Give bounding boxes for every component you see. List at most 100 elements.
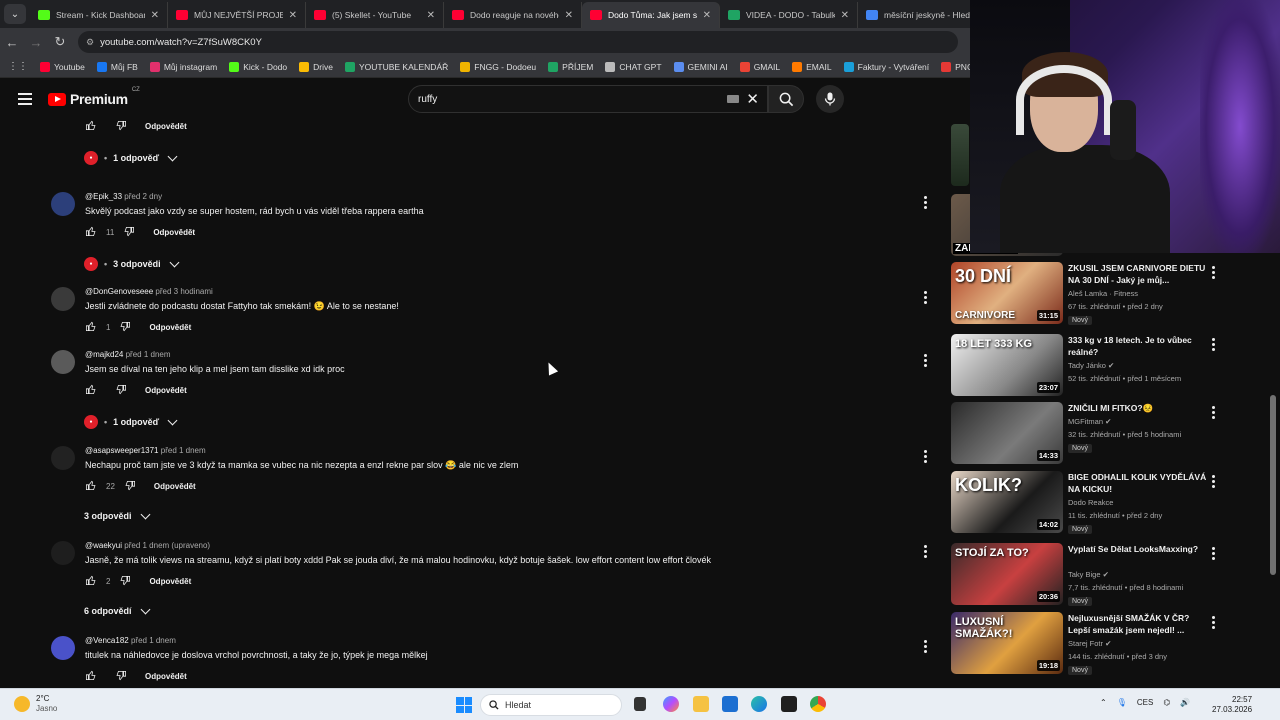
- like-icon[interactable]: [85, 575, 96, 588]
- video-thumbnail[interactable]: STOJÍ ZA TO? 20:36: [951, 543, 1063, 605]
- video-more-icon[interactable]: [1212, 547, 1215, 560]
- video-thumbnail[interactable]: 18 LET 333 KG 23:07: [951, 334, 1063, 396]
- search-input[interactable]: ruffy ✕: [408, 85, 768, 113]
- bookmark-item[interactable]: Youtube: [40, 61, 85, 72]
- comment-more-icon[interactable]: [924, 545, 928, 558]
- comment-author[interactable]: @waekyui: [85, 541, 122, 550]
- bookmark-item[interactable]: PŘÍJEM: [548, 61, 593, 72]
- comment-more-icon[interactable]: [924, 196, 928, 209]
- video-title[interactable]: 333 kg v 18 letech. Je to vůbec reálné?: [1068, 334, 1208, 358]
- browser-tab[interactable]: (5) Skellet - YouTube ✕: [306, 2, 444, 28]
- keyboard-icon[interactable]: [727, 95, 739, 103]
- view-replies-button[interactable]: ● • 1 odpověď: [84, 151, 178, 165]
- dislike-icon[interactable]: [116, 120, 127, 133]
- reload-icon[interactable]: ↻: [48, 34, 72, 50]
- edge-icon[interactable]: [751, 696, 767, 712]
- site-info-icon[interactable]: ⚙: [86, 37, 94, 48]
- like-icon[interactable]: [85, 120, 96, 133]
- bookmark-item[interactable]: CHAT GPT: [605, 61, 662, 72]
- video-more-icon[interactable]: [1212, 406, 1215, 419]
- bookmark-item[interactable]: EMAIL: [792, 61, 832, 72]
- bookmark-item[interactable]: Můj FB: [96, 61, 138, 72]
- tab-close-icon[interactable]: ✕: [151, 10, 159, 21]
- like-icon[interactable]: [85, 226, 96, 239]
- channel-name[interactable]: Dodo Reakce: [1068, 498, 1113, 507]
- comment-time[interactable]: před 1 dnem: [131, 636, 176, 645]
- bookmark-item[interactable]: FNGG - Dodoeu: [460, 61, 536, 72]
- browser-tab[interactable]: MŮJ NEJVĚTŠÍ PROJEKT... ✕: [168, 2, 306, 28]
- back-icon[interactable]: ←: [0, 35, 24, 50]
- dislike-icon[interactable]: [120, 321, 131, 334]
- task-view-icon[interactable]: [634, 697, 646, 711]
- browser-tab[interactable]: VIDEA - DODO - Tabulky ✕: [720, 2, 858, 28]
- tab-close-icon[interactable]: ✕: [703, 10, 711, 21]
- wifi-icon[interactable]: ⌬: [1163, 698, 1170, 707]
- bookmark-item[interactable]: Můj instagram: [149, 61, 217, 72]
- view-replies-button[interactable]: ● • 1 odpověď: [84, 415, 178, 429]
- youtube-premium-logo[interactable]: Premium CZ: [48, 87, 140, 107]
- video-thumbnail[interactable]: 14:33: [951, 402, 1063, 464]
- tab-close-icon[interactable]: ✕: [841, 10, 849, 21]
- comment-author[interactable]: @DonGenoveseee: [85, 287, 153, 296]
- avatar[interactable]: [51, 636, 75, 660]
- video-more-icon[interactable]: [1212, 616, 1215, 629]
- channel-name[interactable]: Starej Fotr: [1068, 639, 1103, 648]
- avatar[interactable]: [51, 287, 75, 311]
- tray-chevron-icon[interactable]: ⌃: [1100, 698, 1107, 707]
- taskbar-search[interactable]: Hledat: [480, 694, 622, 716]
- video-title[interactable]: Vyplatí Se Dělat LooksMaxxing?: [1068, 543, 1208, 555]
- comment-more-icon[interactable]: [924, 640, 928, 653]
- tab-close-icon[interactable]: ✕: [289, 10, 297, 21]
- comment-more-icon[interactable]: [924, 354, 928, 367]
- bookmark-item[interactable]: Drive: [299, 61, 333, 72]
- sidebar-video-item[interactable]: STOJÍ ZA TO? 20:36 Vyplatí Se Dělat LooksM…: [950, 543, 1270, 606]
- reply-button[interactable]: Odpovědět: [145, 672, 187, 681]
- sidebar-video-item[interactable]: 30 DNÍ CARNIVORE 31:15 ZKUSIL JSEM CARNIVOR…: [950, 262, 1270, 325]
- keyboard-language[interactable]: CES: [1137, 698, 1153, 707]
- like-icon[interactable]: [85, 321, 96, 334]
- like-icon[interactable]: [85, 670, 96, 683]
- tab-close-icon[interactable]: ✕: [565, 10, 573, 21]
- clear-search-icon[interactable]: ✕: [746, 90, 759, 108]
- reply-button[interactable]: Odpovědět: [154, 482, 196, 491]
- bookmark-item[interactable]: Faktury - Vytváření: [843, 61, 929, 72]
- reply-button[interactable]: Odpovědět: [153, 228, 195, 237]
- view-replies-button[interactable]: 3 odpovědi: [84, 509, 150, 521]
- comment-more-icon[interactable]: [924, 291, 928, 304]
- channel-name[interactable]: Taky Bige: [1068, 570, 1101, 579]
- browser-tab[interactable]: Dodo Tůma: Jak jsem stre ✕: [582, 2, 720, 28]
- apps-icon[interactable]: ⋮⋮: [8, 61, 28, 72]
- dislike-icon[interactable]: [116, 670, 127, 683]
- voice-search-button[interactable]: [816, 85, 844, 113]
- view-replies-button[interactable]: ● • 3 odpovědi: [84, 257, 180, 271]
- channel-name[interactable]: Aleš Lamka · Fitness: [1068, 289, 1138, 298]
- browser-tab[interactable]: Dodo reaguje na nového ✕: [444, 2, 582, 28]
- file-explorer-icon[interactable]: [693, 696, 709, 712]
- tab-close-icon[interactable]: ✕: [427, 10, 435, 21]
- video-thumbnail[interactable]: KOLIK? 14:02: [951, 471, 1063, 533]
- dislike-icon[interactable]: [124, 226, 135, 239]
- video-title[interactable]: ZNIČILI MI FITKO?😣: [1068, 402, 1208, 414]
- avatar[interactable]: [51, 541, 75, 565]
- search-button[interactable]: [768, 85, 804, 113]
- chrome-icon[interactable]: [810, 696, 826, 712]
- sidebar-scrollbar[interactable]: [1270, 395, 1276, 575]
- address-bar[interactable]: ⚙ youtube.com/watch?v=Z7fSuW8CK0Y: [78, 31, 958, 53]
- dislike-icon[interactable]: [120, 575, 131, 588]
- hamburger-menu-icon[interactable]: [18, 93, 32, 105]
- bookmark-item[interactable]: GEMINI AI: [673, 61, 728, 72]
- video-more-icon[interactable]: [1212, 475, 1215, 488]
- comment-author[interactable]: @Epik_33: [85, 192, 122, 201]
- video-more-icon[interactable]: [1212, 338, 1215, 351]
- reply-button[interactable]: Odpovědět: [145, 122, 187, 131]
- comment-author[interactable]: @asapsweeper1371: [85, 446, 159, 455]
- channel-name[interactable]: MGFitman: [1068, 417, 1103, 426]
- sidebar-video-item[interactable]: 18 LET 333 KG 23:07 333 kg v 18 letech. Je…: [950, 334, 1270, 396]
- like-icon[interactable]: [85, 480, 96, 493]
- tab-search-button[interactable]: ⌄: [4, 4, 26, 24]
- outlook-icon[interactable]: [722, 696, 738, 712]
- sidebar-video-item[interactable]: KOLIK? 14:02 BIGE ODHALIL KOLIK VYDĚLÁVÁ N…: [950, 471, 1270, 534]
- bookmark-item[interactable]: Kick - Dodo: [229, 61, 287, 72]
- comment-more-icon[interactable]: [924, 450, 928, 463]
- comment-time[interactable]: před 2 dny: [124, 192, 162, 201]
